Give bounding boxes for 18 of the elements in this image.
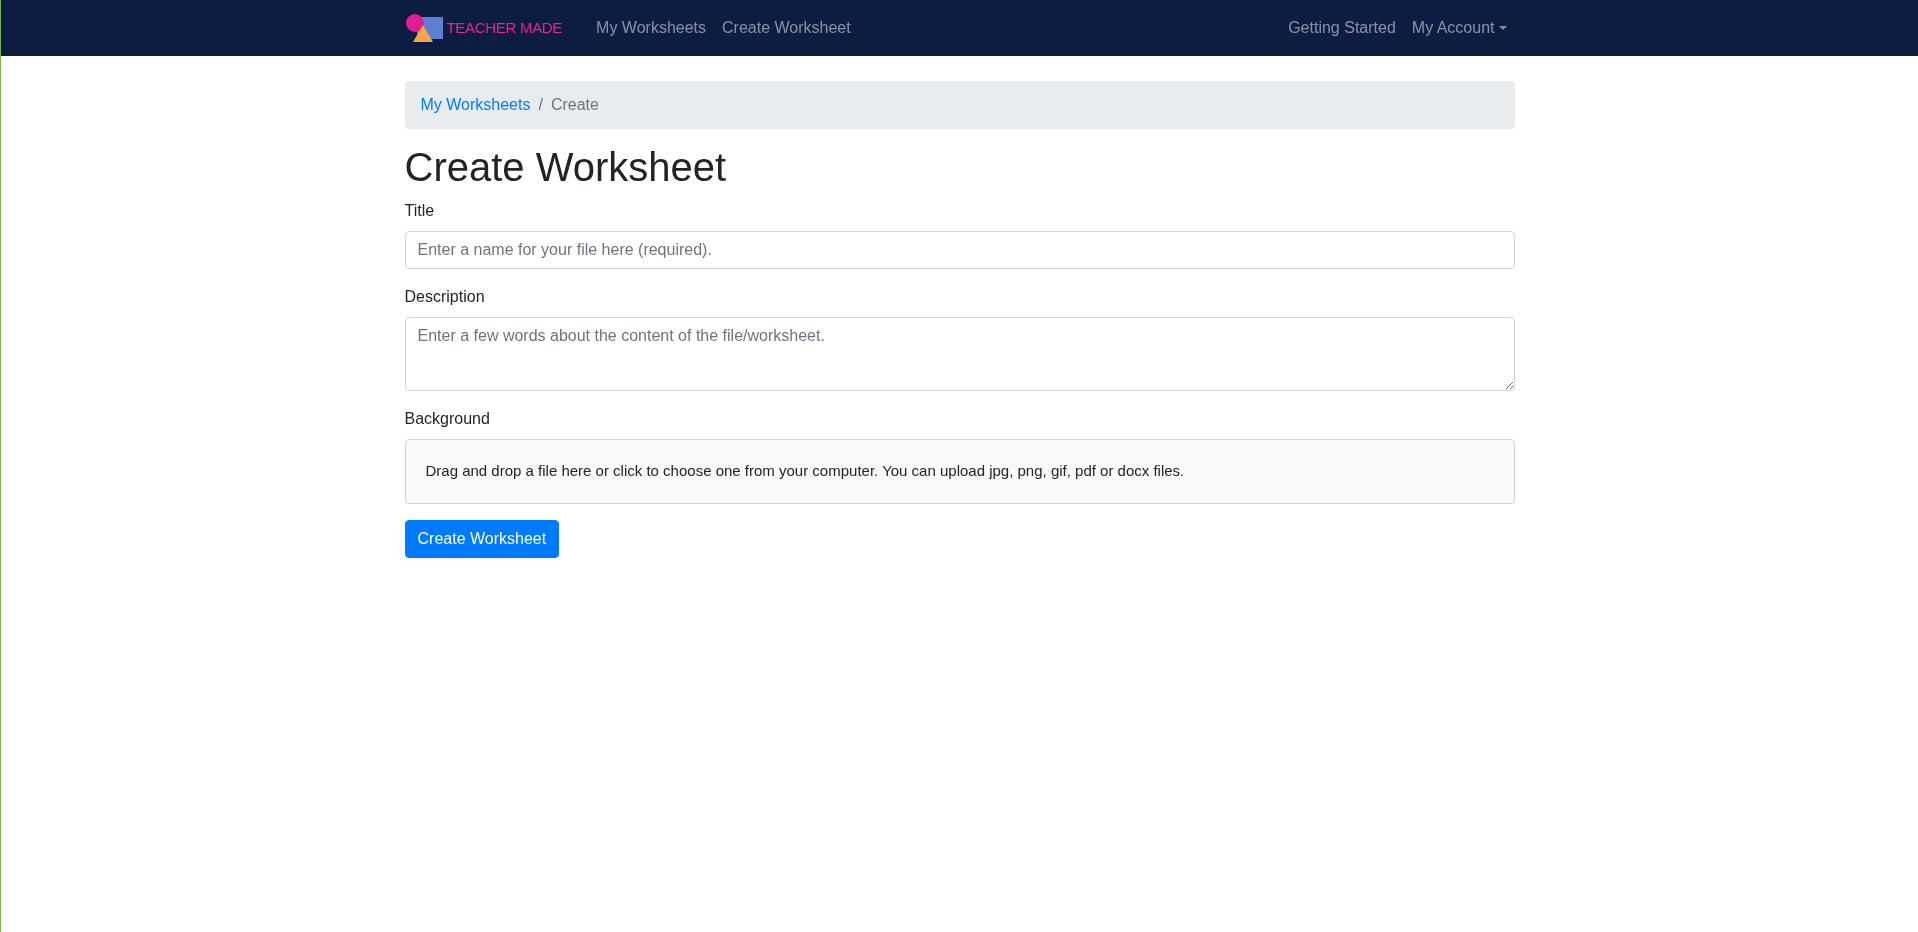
breadcrumb-current: Create: [550, 95, 599, 115]
create-worksheet-button[interactable]: Create Worksheet: [404, 519, 560, 558]
brand-logo[interactable]: TEACHER MADE: [404, 13, 563, 43]
field-label: Title: [404, 201, 436, 221]
nav-link[interactable]: Create Worksheet: [714, 8, 859, 48]
field-label: Background: [404, 409, 491, 429]
brand-name: TEACHER MADE: [446, 18, 563, 38]
shapes-logo-icon: [404, 13, 443, 43]
nav-link[interactable]: My Worksheets: [588, 8, 715, 48]
file-dropzone[interactable]: Drag and drop a file here or click to choose one from your computer. You can upload jpg, png, gif, pdf or docx files.: [404, 439, 1515, 504]
field-label: Description: [404, 287, 486, 307]
page-heading: Create Worksheet: [404, 144, 728, 191]
breadcrumb-link[interactable]: My Worksheets: [420, 93, 531, 117]
title-input[interactable]: Enter a name for your file here (required).: [404, 231, 1515, 269]
breadcrumb-separator: /: [538, 95, 543, 115]
account-dropdown[interactable]: My Account: [1403, 8, 1515, 48]
description-textarea[interactable]: Enter a few words about the content of the file/worksheet.: [404, 317, 1515, 391]
nav-link[interactable]: Getting Started: [1280, 8, 1404, 48]
